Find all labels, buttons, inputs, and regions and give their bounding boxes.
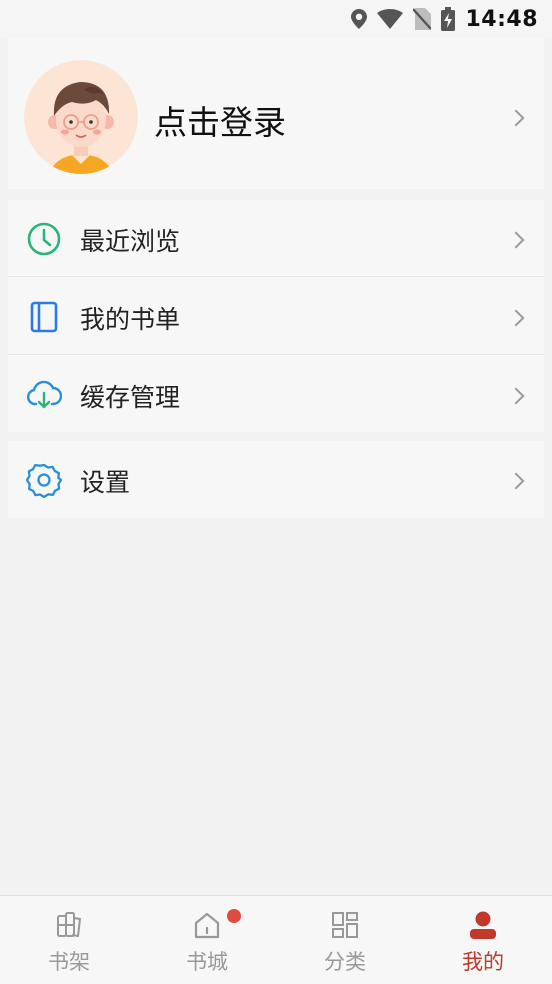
menu-item-cache[interactable]: 缓存管理 bbox=[8, 356, 544, 433]
tab-label: 书城 bbox=[186, 950, 228, 974]
settings-card: 设置 bbox=[8, 441, 544, 518]
tab-bookshelf[interactable]: 书架 bbox=[0, 896, 138, 984]
category-grid-icon bbox=[332, 912, 358, 938]
wifi-icon bbox=[377, 9, 404, 29]
menu-item-settings[interactable]: 设置 bbox=[8, 441, 544, 518]
booklist-icon bbox=[30, 301, 58, 333]
cloud-download-icon bbox=[26, 380, 62, 409]
divider bbox=[8, 354, 544, 355]
clock-time: 14:48 bbox=[465, 6, 538, 32]
tab-label: 分类 bbox=[324, 950, 366, 974]
chevron-right-icon bbox=[507, 231, 525, 249]
login-label[interactable]: 点击登录 bbox=[154, 96, 286, 144]
clock-icon bbox=[27, 222, 61, 256]
chevron-right-icon bbox=[507, 109, 525, 127]
home-icon bbox=[194, 912, 220, 939]
bottom-tab-bar: 书架 书城 分类 我的 bbox=[0, 895, 552, 984]
user-icon bbox=[470, 911, 496, 939]
chevron-right-icon bbox=[507, 387, 525, 405]
tab-label: 我的 bbox=[462, 950, 504, 974]
settings-label: 设置 bbox=[80, 468, 131, 497]
tab-mine[interactable]: 我的 bbox=[414, 896, 552, 984]
notification-badge bbox=[227, 909, 241, 923]
menu-item-booklist[interactable]: 我的书单 bbox=[8, 278, 544, 355]
location-icon bbox=[351, 9, 368, 29]
tab-category[interactable]: 分类 bbox=[276, 896, 414, 984]
battery-charging-icon bbox=[441, 7, 456, 31]
menu-card: 最近浏览 我的书单 缓存管理 bbox=[8, 200, 544, 432]
gear-icon bbox=[26, 463, 62, 498]
menu-item-label: 缓存管理 bbox=[80, 383, 181, 412]
status-bar: 14:48 bbox=[0, 0, 552, 38]
no-sim-icon bbox=[413, 8, 432, 30]
login-card[interactable]: 点击登录 bbox=[8, 38, 544, 189]
bookshelf-icon bbox=[57, 912, 82, 938]
menu-item-recent[interactable]: 最近浏览 bbox=[8, 200, 544, 277]
avatar[interactable] bbox=[24, 60, 138, 174]
tab-bookstore[interactable]: 书城 bbox=[138, 896, 276, 984]
chevron-right-icon bbox=[507, 472, 525, 490]
divider bbox=[8, 276, 544, 277]
chevron-right-icon bbox=[507, 309, 525, 327]
menu-item-label: 我的书单 bbox=[80, 305, 181, 334]
menu-item-label: 最近浏览 bbox=[80, 227, 181, 256]
tab-label: 书架 bbox=[48, 950, 90, 974]
